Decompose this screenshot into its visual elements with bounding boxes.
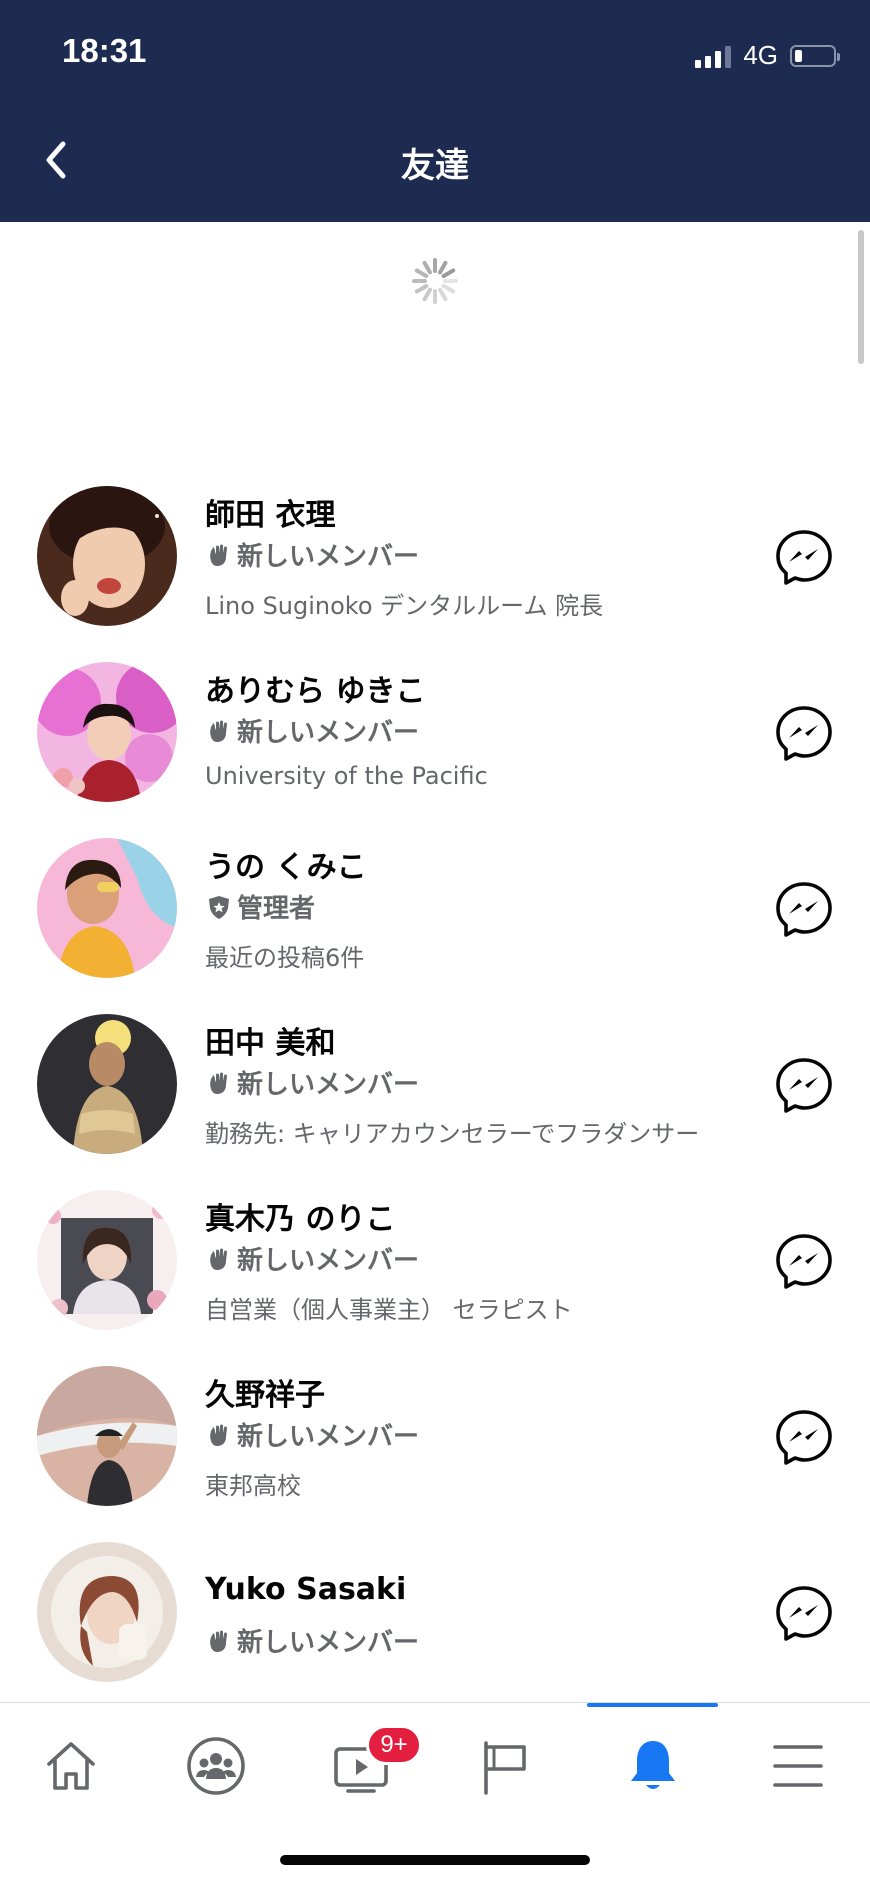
member-name[interactable]: 田中 美和 — [205, 1018, 335, 1062]
scrollbar[interactable] — [858, 230, 864, 364]
tab-notifications[interactable] — [603, 1731, 703, 1801]
groups-icon — [187, 1737, 245, 1795]
messenger-button[interactable] — [774, 1056, 834, 1116]
avatar[interactable] — [37, 1542, 177, 1682]
member-row[interactable]: 師田 衣理 新しいメンバー Lino Suginoko デンタルルーム 院長 — [0, 470, 870, 646]
member-badge-label: 新しいメンバー — [237, 1422, 420, 1452]
member-badge-label: 新しいメンバー — [237, 542, 420, 572]
member-detail: 自営業（個人事業主） セラピスト — [205, 1296, 573, 1324]
messenger-button[interactable] — [774, 704, 834, 764]
member-badge: 新しいメンバー — [205, 1064, 419, 1101]
status-indicators: 4G — [695, 40, 840, 71]
messenger-icon — [776, 1234, 832, 1289]
spinner-spoke — [414, 268, 429, 278]
wave-icon — [210, 1630, 227, 1652]
member-name[interactable]: 真木乃 のりこ — [205, 1194, 395, 1238]
wave-icon — [210, 1072, 227, 1094]
tab-pages[interactable] — [456, 1731, 556, 1801]
messenger-icon — [776, 1586, 832, 1641]
spinner-spoke — [441, 284, 456, 294]
wave-icon — [210, 1424, 227, 1446]
member-badge: 新しいメンバー — [205, 1622, 419, 1659]
wave-icon — [210, 720, 227, 742]
avatar[interactable] — [37, 662, 177, 802]
network-type: 4G — [743, 40, 778, 70]
member-badge-label: 新しいメンバー — [237, 718, 420, 748]
tab-groups[interactable] — [166, 1731, 266, 1801]
messenger-button[interactable] — [774, 1584, 834, 1644]
member-badge: 新しいメンバー — [205, 536, 419, 573]
member-name[interactable]: うの くみこ — [205, 842, 367, 886]
messenger-button[interactable] — [774, 1232, 834, 1292]
battery-icon — [790, 44, 840, 67]
status-time: 18:31 — [62, 32, 147, 69]
cellular-signal-icon — [695, 44, 732, 68]
member-row[interactable]: 久野祥子 新しいメンバー 東邦高校 — [0, 1350, 870, 1526]
admin-shield-icon — [209, 895, 229, 919]
member-detail: Lino Suginoko デンタルルーム 院長 — [205, 592, 604, 620]
member-row[interactable]: ありむら ゆきこ 新しいメンバー University of the Pacif… — [0, 646, 870, 822]
page-title: 友達 — [401, 146, 469, 186]
member-name[interactable]: 久野祥子 — [205, 1370, 325, 1414]
battery-level — [795, 49, 802, 62]
member-name[interactable]: 師田 衣理 — [205, 490, 335, 534]
loading-spinner-icon — [412, 258, 458, 304]
member-badge-label: 管理者 — [237, 894, 316, 924]
messenger-button[interactable] — [774, 880, 834, 940]
spinner-spoke — [422, 260, 432, 275]
menu-icon — [773, 1745, 823, 1787]
pages-flag-icon — [484, 1741, 526, 1795]
header-bar: 18:31 4G 友達 — [0, 0, 870, 222]
spinner-spoke — [414, 284, 429, 294]
avatar[interactable] — [37, 1014, 177, 1154]
member-badge: 新しいメンバー — [205, 1416, 419, 1453]
messenger-icon — [776, 706, 832, 761]
member-row[interactable]: Yuko Sasaki 新しいメンバー — [0, 1526, 870, 1702]
member-row[interactable]: 真木乃 のりこ 新しいメンバー 自営業（個人事業主） セラピスト — [0, 1174, 870, 1350]
spinner-spoke — [438, 260, 448, 275]
active-tab-indicator — [587, 1703, 718, 1707]
messenger-button[interactable] — [774, 528, 834, 588]
member-name[interactable]: Yuko Sasaki — [205, 1572, 406, 1607]
member-detail: 最近の投稿6件 — [205, 944, 365, 972]
spinner-spoke — [438, 287, 448, 302]
avatar[interactable] — [37, 838, 177, 978]
avatar[interactable] — [37, 1190, 177, 1330]
member-badge-label: 新しいメンバー — [237, 1628, 420, 1658]
member-row[interactable]: うの くみこ 管理者 最近の投稿6件 — [0, 822, 870, 998]
messenger-icon — [776, 530, 832, 585]
tab-menu[interactable] — [748, 1731, 848, 1801]
member-detail: 東邦高校 — [205, 1472, 301, 1500]
member-list: 師田 衣理 新しいメンバー Lino Suginoko デンタルルーム 院長 あ… — [0, 470, 870, 1702]
spinner-spoke — [422, 287, 432, 302]
member-name[interactable]: ありむら ゆきこ — [205, 666, 425, 710]
messenger-icon — [776, 1058, 832, 1113]
wave-icon — [210, 1248, 227, 1270]
wave-icon — [210, 544, 227, 566]
notifications-bell-icon — [631, 1741, 675, 1789]
member-badge: 管理者 — [205, 888, 315, 925]
messenger-button[interactable] — [774, 1408, 834, 1468]
member-badge-label: 新しいメンバー — [237, 1246, 420, 1276]
messenger-icon — [776, 1410, 832, 1465]
home-icon — [47, 1742, 95, 1790]
member-badge: 新しいメンバー — [205, 712, 419, 749]
member-detail: University of the Pacific — [205, 762, 488, 790]
member-detail: 勤務先: キャリアカウンセラーでフラダンサー — [205, 1120, 700, 1148]
avatar[interactable] — [37, 1366, 177, 1506]
member-badge: 新しいメンバー — [205, 1240, 419, 1277]
avatar[interactable] — [37, 486, 177, 626]
home-indicator[interactable] — [280, 1855, 590, 1865]
member-badge-label: 新しいメンバー — [237, 1070, 420, 1100]
spinner-spoke — [441, 268, 456, 278]
tab-home[interactable] — [21, 1731, 121, 1801]
notification-count-badge: 9+ — [366, 1725, 422, 1765]
messenger-icon — [776, 882, 832, 937]
member-row[interactable]: 田中 美和 新しいメンバー 勤務先: キャリアカウンセラーでフラダンサー — [0, 998, 870, 1174]
